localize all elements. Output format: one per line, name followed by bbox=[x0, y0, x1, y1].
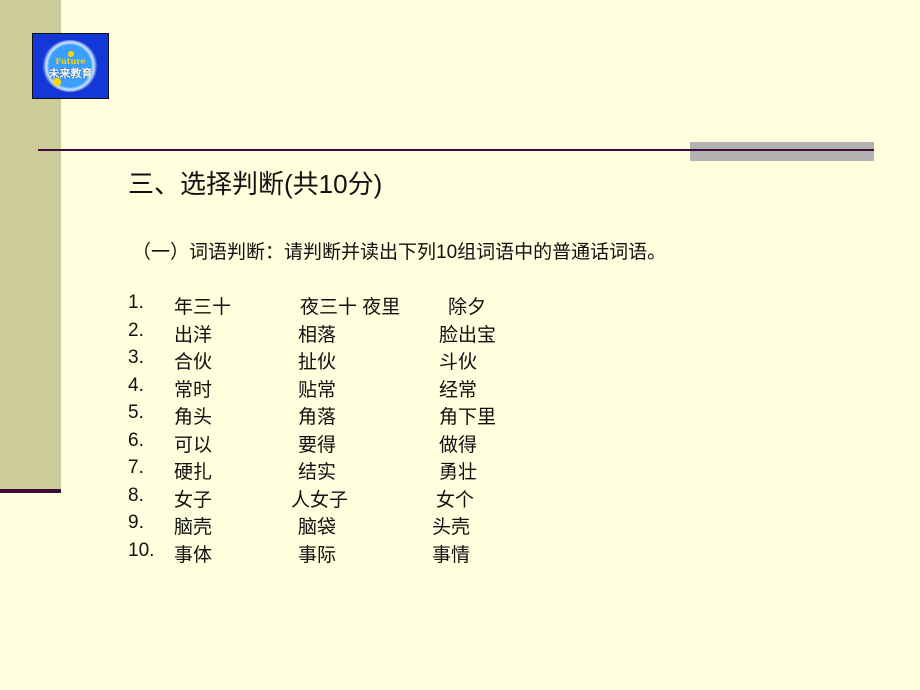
option-a: 角头 bbox=[174, 407, 213, 428]
option-a: 硬扎 bbox=[174, 462, 213, 483]
item-number: 4. bbox=[128, 374, 144, 396]
option-a: 合伙 bbox=[174, 352, 213, 373]
option-b: 相落 bbox=[298, 324, 337, 346]
option-c: 除夕 bbox=[448, 297, 487, 318]
item-number: 9. bbox=[128, 512, 144, 533]
option-c: 头壳 bbox=[432, 517, 471, 538]
option-c: 做得 bbox=[439, 434, 478, 456]
item-number: 3. bbox=[128, 347, 144, 368]
option-a: 事体 bbox=[174, 544, 213, 566]
logo-text-zh: 未来教育 bbox=[48, 67, 93, 80]
option-a: 脑壳 bbox=[174, 517, 213, 538]
option-c: 勇壮 bbox=[439, 462, 478, 483]
section-subtitle: （一）词语判断：请判断并读出下列10组词语中的普通话词语。 bbox=[132, 242, 667, 263]
item-number: 7. bbox=[128, 457, 144, 478]
option-a: 常时 bbox=[174, 379, 213, 401]
option-b: 扯伙 bbox=[298, 352, 337, 373]
option-b: 要得 bbox=[298, 434, 337, 456]
option-a: 出洋 bbox=[174, 324, 213, 346]
option-c: 女个 bbox=[436, 489, 475, 511]
option-b: 角落 bbox=[298, 407, 337, 428]
option-b: 结实 bbox=[298, 462, 337, 483]
sidebar-accent-bar bbox=[0, 489, 61, 493]
item-number: 1. bbox=[128, 292, 144, 313]
item-number: 10. bbox=[128, 539, 155, 561]
item-number: 2. bbox=[128, 319, 144, 341]
option-a: 可以 bbox=[174, 434, 213, 456]
option-c: 斗伙 bbox=[439, 352, 478, 373]
header-divider bbox=[38, 149, 874, 151]
option-b: 贴常 bbox=[298, 379, 337, 401]
option-b: 脑袋 bbox=[298, 517, 337, 538]
option-a: 年三十 bbox=[174, 297, 232, 318]
option-c: 脸出宝 bbox=[439, 324, 497, 346]
option-a: 女子 bbox=[174, 489, 213, 511]
option-b: 夜三十 夜里 bbox=[300, 297, 401, 318]
item-number: 6. bbox=[128, 429, 144, 451]
header-gray-bar bbox=[690, 142, 874, 161]
option-c: 经常 bbox=[439, 379, 478, 401]
option-b: 人女子 bbox=[291, 489, 349, 511]
future-education-logo: Future 未来教育 bbox=[32, 33, 109, 99]
item-number: 5. bbox=[128, 402, 144, 423]
item-number: 8. bbox=[128, 484, 144, 506]
option-c: 角下里 bbox=[439, 407, 497, 428]
slide-title: 三、选择判断(共10分) bbox=[128, 169, 383, 199]
option-c: 事情 bbox=[432, 544, 471, 566]
option-b: 事际 bbox=[298, 544, 337, 566]
